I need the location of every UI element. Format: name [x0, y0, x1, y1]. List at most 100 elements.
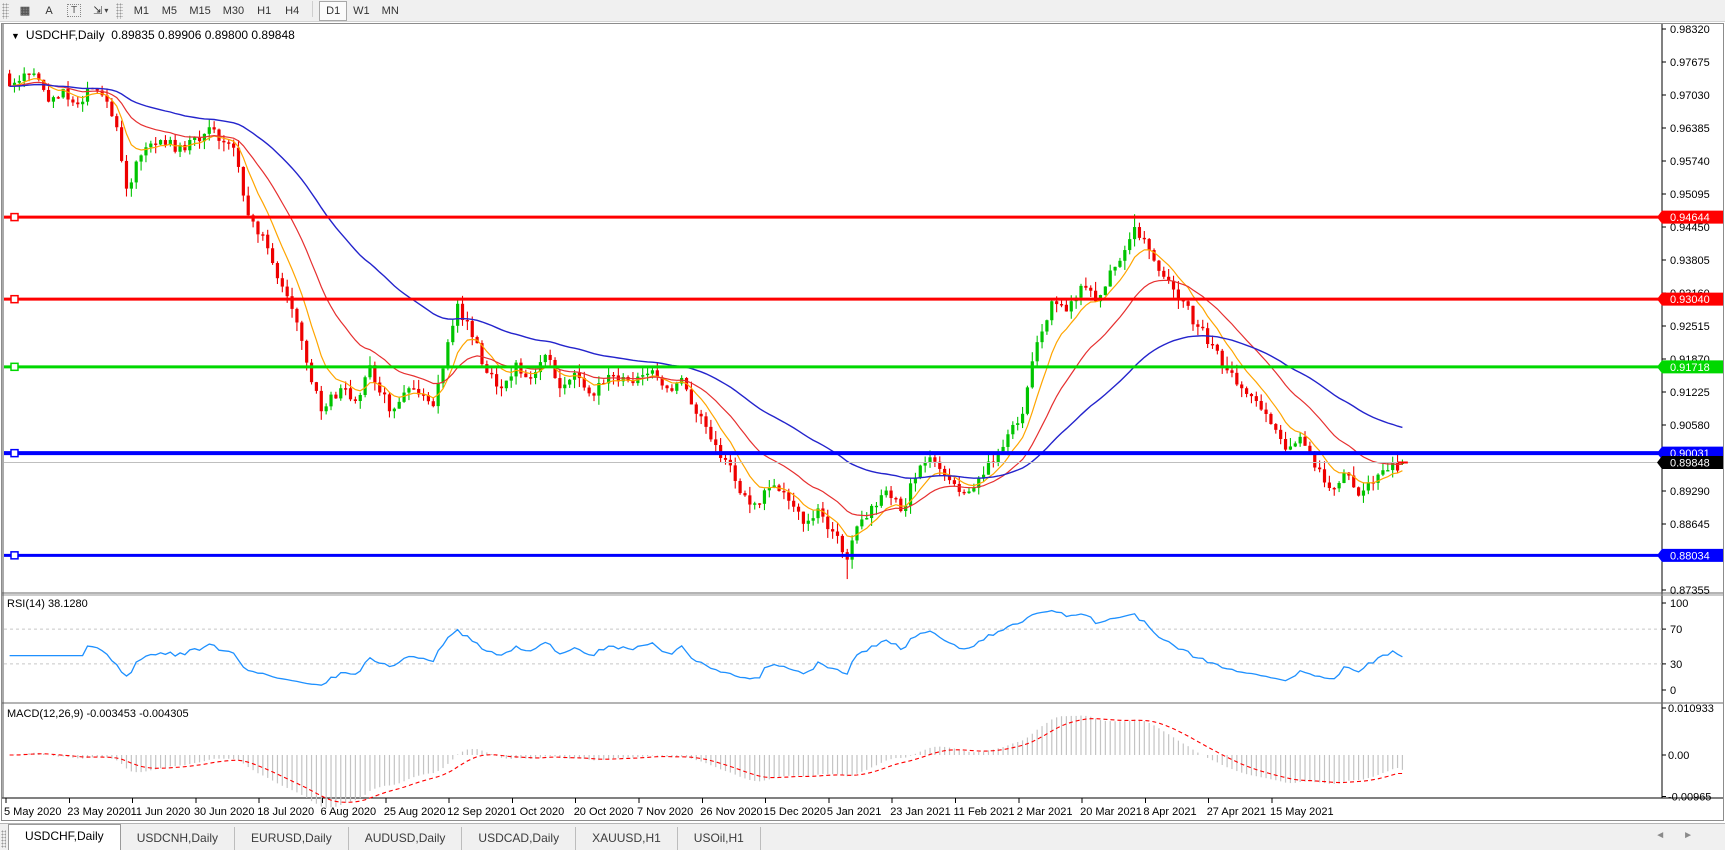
- toolbar-grip-2[interactable]: [116, 2, 124, 19]
- svg-text:18 Jul 2020: 18 Jul 2020: [257, 806, 314, 818]
- hline-handle[interactable]: [10, 362, 19, 372]
- svg-text:0.010933: 0.010933: [1668, 703, 1714, 715]
- svg-text:30: 30: [1670, 659, 1682, 671]
- svg-text:27 Apr 2021: 27 Apr 2021: [1207, 806, 1266, 818]
- arrows-tool-icon[interactable]: ⇲ ▾: [87, 1, 114, 21]
- timeframe-button-m15[interactable]: M15: [183, 1, 216, 21]
- timeframe-button-m1[interactable]: M1: [127, 1, 155, 21]
- svg-text:0.94644: 0.94644: [1670, 212, 1710, 224]
- price-label-pill: 0.94644: [1657, 210, 1723, 224]
- tab-audusd-daily[interactable]: AUDUSD,Daily: [349, 827, 463, 850]
- toolbar-grip[interactable]: [2, 2, 9, 19]
- svg-text:23 Jan 2021: 23 Jan 2021: [890, 806, 951, 818]
- svg-text:6 Aug 2020: 6 Aug 2020: [321, 806, 377, 818]
- svg-text:8 Apr 2021: 8 Apr 2021: [1143, 806, 1196, 818]
- tab-usoil-h1[interactable]: USOil,H1: [678, 827, 761, 850]
- hline-handle[interactable]: [10, 294, 19, 304]
- date-axis[interactable]: 5 May 2020 23 May 2020 11 Jun 2020 30 Jun 2…: [4, 798, 1334, 818]
- chart-symbol-label: USDCHF,Daily: [25, 28, 105, 42]
- symbol-tab-bar: USDCHF,Daily USDCNH,Daily EURUSD,Daily AUDU…: [0, 823, 1725, 850]
- timeframe-button-h4[interactable]: H4: [278, 1, 306, 21]
- svg-text:5 May 2020: 5 May 2020: [4, 806, 61, 818]
- horizontal-lines[interactable]: [4, 212, 1662, 560]
- svg-text:70: 70: [1670, 624, 1682, 636]
- macd-label: MACD(12,26,9) -0.003453 -0.004305: [7, 708, 189, 720]
- timeframe-button-m30[interactable]: M30: [217, 1, 250, 21]
- arrows-glyph: ⇲: [93, 5, 103, 17]
- timeframe-button-h1[interactable]: H1: [250, 1, 278, 21]
- text-tool-icon[interactable]: T: [61, 1, 87, 21]
- candlestick-layer[interactable]: [8, 67, 1405, 580]
- hline-handle[interactable]: [10, 551, 19, 560]
- timeframe-button-mn[interactable]: MN: [376, 1, 405, 21]
- svg-text:0: 0: [1670, 685, 1676, 697]
- svg-text:0.91718: 0.91718: [1670, 362, 1710, 374]
- chart-ohlc-values: 0.89835 0.89906 0.89800 0.89848: [111, 28, 295, 42]
- svg-text:1 Oct 2020: 1 Oct 2020: [510, 806, 564, 818]
- svg-text:0.89290: 0.89290: [1670, 486, 1710, 498]
- svg-text:11 Jun 2020: 11 Jun 2020: [131, 806, 191, 818]
- tab-usdchf-daily[interactable]: USDCHF,Daily: [8, 824, 121, 850]
- tab-xauusd-h1[interactable]: XAUUSD,H1: [576, 827, 678, 850]
- timeframe-button-m5[interactable]: M5: [155, 1, 183, 21]
- tab-scroll-arrows: ◄►: [1655, 830, 1711, 841]
- svg-text:0.96385: 0.96385: [1670, 123, 1710, 135]
- svg-text:-0.00965: -0.00965: [1668, 791, 1711, 803]
- svg-text:2 Mar 2021: 2 Mar 2021: [1017, 806, 1073, 818]
- svg-text:26 Nov 2020: 26 Nov 2020: [700, 806, 762, 818]
- svg-text:0.95095: 0.95095: [1670, 189, 1710, 201]
- svg-text:20 Mar 2021: 20 Mar 2021: [1080, 806, 1142, 818]
- svg-text:23 May 2020: 23 May 2020: [67, 806, 131, 818]
- chart-frame: [1, 23, 1724, 821]
- svg-text:0.89848: 0.89848: [1670, 458, 1710, 470]
- rsi-label: RSI(14) 38.1280: [7, 598, 88, 610]
- svg-text:0.97030: 0.97030: [1670, 90, 1710, 102]
- price-label-pill: 0.93040: [1657, 292, 1723, 306]
- timeframe-separator: [312, 0, 314, 17]
- price-label-pill: 0.88034: [1657, 548, 1723, 562]
- tab-usdcnh-daily[interactable]: USDCNH,Daily: [121, 827, 236, 850]
- svg-text:30 Jun 2020: 30 Jun 2020: [194, 806, 255, 818]
- top-toolbar: ▦ A T ⇲ ▾ M1 M5 M15 M30 H1 H4 D1 W1 MN: [0, 0, 1725, 22]
- svg-text:0.98320: 0.98320: [1670, 24, 1710, 36]
- svg-text:15 Dec 2020: 15 Dec 2020: [764, 806, 826, 818]
- svg-text:11 Feb 2021: 11 Feb 2021: [954, 806, 1015, 818]
- tabbar-grip[interactable]: [1, 830, 6, 848]
- tab-usdcad-daily[interactable]: USDCAD,Daily: [462, 827, 577, 850]
- tab-scroll-left-icon[interactable]: ◄: [1655, 830, 1683, 841]
- svg-text:15 May 2021: 15 May 2021: [1270, 806, 1334, 818]
- rsi-panel[interactable]: 100 70 30 0 RSI(14) 38.1280: [4, 598, 1688, 697]
- svg-text:0.95740: 0.95740: [1670, 156, 1710, 168]
- svg-text:12 Sep 2020: 12 Sep 2020: [447, 806, 509, 818]
- chart-canvas[interactable]: 0.98320 0.97675 0.97030 0.96385 0.95740 0.950…: [0, 22, 1725, 822]
- svg-text:0.93805: 0.93805: [1670, 255, 1710, 267]
- tab-scroll-right-icon[interactable]: ►: [1683, 830, 1711, 841]
- svg-text:0.97675: 0.97675: [1670, 57, 1710, 69]
- svg-text:0.87355: 0.87355: [1670, 585, 1710, 597]
- timeframe-button-d1[interactable]: D1: [319, 0, 348, 21]
- dropdown-arrow-icon[interactable]: ▾: [104, 6, 108, 15]
- svg-text:0.88645: 0.88645: [1670, 519, 1710, 531]
- hline-handle[interactable]: [10, 448, 19, 458]
- objects-grid-icon[interactable]: ▦: [13, 1, 37, 21]
- chart-dropdown-icon[interactable]: ▼: [11, 31, 20, 41]
- timeframe-button-w1[interactable]: W1: [347, 1, 376, 21]
- hline-handle[interactable]: [10, 212, 19, 222]
- svg-text:100: 100: [1670, 598, 1688, 610]
- svg-text:0.93040: 0.93040: [1670, 294, 1710, 306]
- svg-text:5 Jan 2021: 5 Jan 2021: [827, 806, 881, 818]
- svg-text:0.92515: 0.92515: [1670, 321, 1710, 333]
- mt4-window: { "toolbar": { "tools": [ {"name":"objec…: [0, 0, 1725, 850]
- rsi-line: [9, 609, 1403, 686]
- tab-eurusd-daily[interactable]: EURUSD,Daily: [235, 827, 349, 850]
- chart-window[interactable]: ▼ USDCHF,Daily 0.89835 0.89906 0.89800 0.…: [0, 22, 1725, 822]
- svg-text:25 Aug 2020: 25 Aug 2020: [384, 806, 446, 818]
- svg-text:0.90580: 0.90580: [1670, 420, 1710, 432]
- macd-panel[interactable]: 0.010933 0.00 -0.00965 MACD(12,26,9) -0.003…: [7, 703, 1714, 808]
- text-label-tool-icon[interactable]: A: [37, 1, 61, 21]
- svg-text:20 Oct 2020: 20 Oct 2020: [574, 806, 634, 818]
- price-axis[interactable]: 0.98320 0.97675 0.97030 0.96385 0.95740 0.950…: [1662, 24, 1710, 597]
- svg-text:0.91225: 0.91225: [1670, 387, 1710, 399]
- price-label-pill: 0.89848: [1657, 456, 1723, 470]
- svg-text:0.88034: 0.88034: [1670, 550, 1710, 562]
